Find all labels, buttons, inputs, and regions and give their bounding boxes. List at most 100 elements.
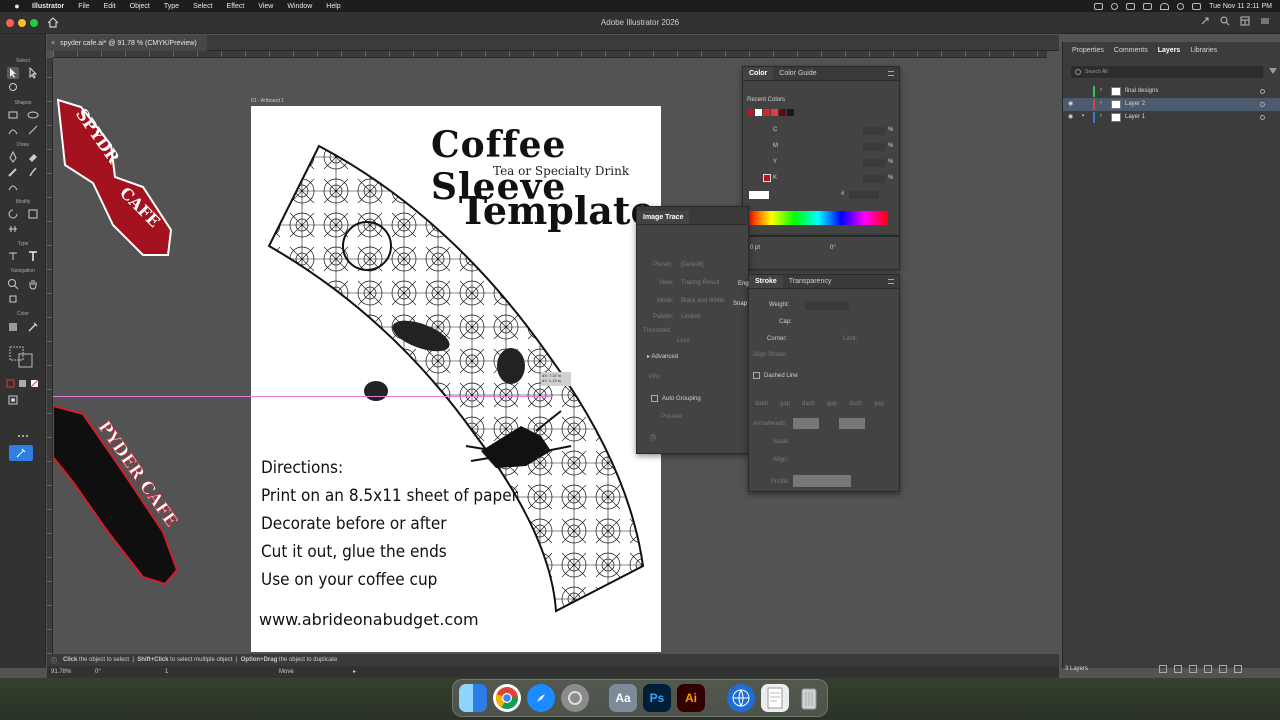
channel-m-input[interactable] <box>863 143 885 151</box>
menu-view[interactable]: View <box>258 3 273 10</box>
battery-icon[interactable] <box>1143 2 1153 10</box>
spotlight-icon[interactable] <box>1177 2 1185 10</box>
tab-color[interactable]: Color <box>743 67 774 80</box>
control-icon[interactable] <box>1126 2 1136 10</box>
panel-menu-icon[interactable] <box>888 279 894 284</box>
tab-properties[interactable]: Properties <box>1067 47 1109 54</box>
filter-icon[interactable] <box>1269 68 1277 75</box>
view-value[interactable]: Tracing Result <box>681 280 719 286</box>
channel-c-input[interactable] <box>863 127 885 135</box>
ellipse-tool-icon[interactable] <box>27 109 39 121</box>
artboard-number[interactable]: 1 <box>165 669 168 675</box>
menu-edit[interactable]: Edit <box>104 3 116 10</box>
selection-tool-icon[interactable] <box>7 67 19 79</box>
menu-help[interactable]: Help <box>326 3 340 10</box>
arrowhead-start-select[interactable] <box>793 418 819 429</box>
share-icon[interactable] <box>1260 16 1270 26</box>
profile-select[interactable] <box>793 475 851 487</box>
layer-name[interactable]: final designs <box>1125 88 1158 94</box>
layer-name[interactable]: Layer 1 <box>1125 114 1145 120</box>
lasso-tool-icon[interactable] <box>7 82 19 94</box>
system-settings-icon[interactable] <box>561 684 589 712</box>
expand-icon[interactable]: › <box>1100 87 1102 93</box>
swatch[interactable] <box>779 109 786 116</box>
direct-selection-tool-icon[interactable] <box>27 66 39 79</box>
new-sublayer-icon[interactable] <box>1204 665 1212 673</box>
panel-menu-icon[interactable] <box>888 71 894 76</box>
illustrator-icon[interactable]: Ai <box>677 684 705 712</box>
brush-tool-icon[interactable] <box>27 166 39 178</box>
rectangle-tool-icon[interactable] <box>7 109 19 121</box>
tab-comments[interactable]: Comments <box>1109 47 1153 54</box>
workspace-icon[interactable] <box>1240 16 1250 26</box>
swatch[interactable] <box>763 109 770 116</box>
locate-object-icon[interactable] <box>1174 665 1182 673</box>
info-icon[interactable]: ⓘ <box>650 433 656 442</box>
line-tool-icon[interactable] <box>27 124 39 136</box>
layer-name[interactable]: Layer 2 <box>1125 101 1145 107</box>
new-layer-icon[interactable] <box>1219 665 1227 673</box>
tracking-value[interactable]: 0 pt <box>750 245 760 251</box>
scale-tool-icon[interactable] <box>27 208 39 220</box>
color-spectrum-bar[interactable] <box>748 211 888 225</box>
fill-stroke-swatch[interactable] <box>7 344 37 370</box>
status-menu-icon[interactable] <box>1094 2 1104 10</box>
tab-libraries[interactable]: Libraries <box>1185 47 1222 54</box>
swatch[interactable] <box>787 109 794 116</box>
artboard-tool-icon[interactable] <box>7 293 19 305</box>
target-icon[interactable] <box>1260 89 1265 94</box>
visibility-eye-icon[interactable]: ◉ <box>1068 113 1073 120</box>
expand-icon[interactable]: › <box>1100 113 1102 119</box>
layer-row-layer-2[interactable]: ◉ › Layer 2 <box>1063 98 1280 111</box>
color-mode-buttons[interactable] <box>6 378 40 390</box>
zoom-tool-icon[interactable] <box>7 278 19 290</box>
search-icon[interactable] <box>1220 16 1230 26</box>
swatch[interactable] <box>755 109 762 116</box>
export-icon[interactable] <box>1159 665 1167 673</box>
tab-stroke[interactable]: Stroke <box>749 275 783 288</box>
type-tool-icon[interactable] <box>27 250 39 262</box>
type-path-tool-icon[interactable] <box>7 250 19 262</box>
clock[interactable]: Tue Nov 11 2:11 PM <box>1209 3 1272 10</box>
tab-color-guide[interactable]: Color Guide <box>773 67 822 80</box>
palette-value[interactable]: Limited <box>681 314 700 320</box>
weight-input[interactable] <box>805 301 849 310</box>
globe-icon[interactable] <box>727 684 755 712</box>
swatch[interactable] <box>771 109 778 116</box>
zoom-level[interactable]: 91.78% <box>51 669 71 675</box>
hex-input[interactable] <box>849 191 879 199</box>
finder-icon[interactable] <box>459 684 487 712</box>
generative-tool-icon[interactable] <box>9 445 33 461</box>
menu-file[interactable]: File <box>78 3 89 10</box>
more-tools-icon[interactable] <box>17 430 29 442</box>
close-tab-icon[interactable]: × <box>51 40 55 47</box>
curvature-tool-icon[interactable] <box>7 181 19 193</box>
menu-window[interactable]: Window <box>287 3 312 10</box>
safari-icon[interactable] <box>527 684 555 712</box>
dashed-line-checkbox[interactable]: Dashed Line <box>753 372 798 379</box>
mode-value[interactable]: Black and White <box>681 298 724 304</box>
auto-grouping-checkbox[interactable]: Auto Grouping <box>651 395 701 402</box>
checkbox-icon[interactable] <box>651 395 658 402</box>
draw-mode-icon[interactable] <box>7 394 19 406</box>
apple-icon[interactable]: ● <box>12 1 22 11</box>
arrowhead-end-select[interactable] <box>839 418 865 429</box>
menu-effect[interactable]: Effect <box>227 3 245 10</box>
tab-layers[interactable]: Layers <box>1153 47 1186 54</box>
lock-icon[interactable]: ▪ <box>1082 113 1084 119</box>
target-icon[interactable] <box>1260 115 1265 120</box>
hand-tool-icon[interactable] <box>27 278 39 290</box>
swatch[interactable] <box>747 109 754 116</box>
clipping-mask-icon[interactable] <box>1189 665 1197 673</box>
expand-icon[interactable]: › <box>1100 100 1102 106</box>
eraser-tool-icon[interactable] <box>27 151 39 163</box>
record-icon[interactable] <box>1111 2 1119 10</box>
tab-transparency[interactable]: Transparency <box>783 275 838 288</box>
spyder-sticker-red[interactable]: SPYDR CAFE <box>53 95 178 265</box>
layers-search-input[interactable]: Search All <box>1071 66 1263 78</box>
spyder-sticker-black[interactable]: PYDER CAFE <box>53 402 178 587</box>
layer-row-final-designs[interactable]: › final designs <box>1063 85 1280 98</box>
rotate-tool-icon[interactable] <box>7 208 19 220</box>
artboard[interactable]: Coffee Sleeve Tea or Specialty Drink Tem… <box>251 106 661 652</box>
document-icon[interactable] <box>761 684 789 712</box>
